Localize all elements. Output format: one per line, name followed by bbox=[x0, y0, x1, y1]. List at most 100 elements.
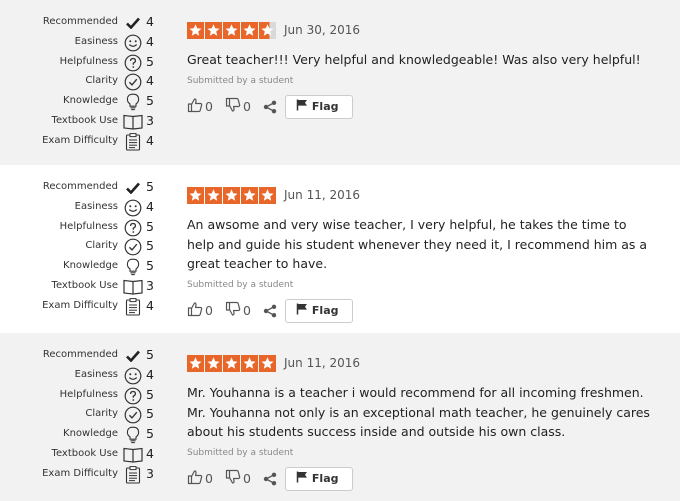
check-circle-icon bbox=[123, 406, 143, 424]
metric-label: Recommended bbox=[42, 16, 118, 27]
thumbs-down-icon bbox=[225, 469, 243, 488]
metric-label: Exam Difficulty bbox=[42, 467, 118, 479]
metric-recommended: Recommended 5 bbox=[0, 347, 170, 367]
metric-knowledge: Knowledge 5 bbox=[0, 258, 170, 278]
thumbs-up-button[interactable]: 0 bbox=[187, 469, 213, 488]
metric-label: Recommended bbox=[42, 181, 118, 192]
review-content: Jun 30, 2016 Great teacher!!! Very helpf… bbox=[187, 21, 657, 120]
clipboard-icon bbox=[123, 297, 143, 316]
flag-button[interactable]: Flag bbox=[284, 94, 353, 119]
thumbs-up-count: 0 bbox=[205, 99, 213, 114]
metric-value: 5 bbox=[146, 347, 154, 362]
clipboard-icon bbox=[123, 465, 143, 484]
metric-helpfulness: Helpfulness 5 bbox=[0, 54, 170, 74]
star-icon bbox=[205, 21, 222, 39]
metric-label: Knowledge bbox=[63, 428, 118, 440]
review-actions: 0 0 Flag bbox=[187, 466, 657, 492]
review-card: Recommended 5 Easiness 4 Helpfulness 5 C… bbox=[0, 333, 680, 501]
metric-label: Easiness bbox=[74, 200, 118, 212]
metric-label: Helpfulness bbox=[59, 55, 118, 67]
open-book-icon bbox=[123, 446, 143, 464]
thumbs-down-icon bbox=[225, 301, 243, 320]
flag-icon bbox=[296, 303, 312, 318]
star-icon bbox=[241, 21, 258, 39]
metric-value: 4 bbox=[146, 33, 154, 49]
metric-label: Clarity bbox=[85, 75, 118, 87]
share-icon[interactable] bbox=[263, 304, 277, 318]
smiley-face-icon bbox=[123, 367, 143, 385]
check-circle-icon bbox=[123, 73, 143, 91]
metric-value: 4 bbox=[146, 366, 154, 382]
thumbs-down-button[interactable]: 0 bbox=[225, 97, 251, 116]
review-date: Jun 11, 2016 bbox=[284, 188, 361, 202]
flag-icon bbox=[296, 99, 312, 114]
metric-textbook: Textbook Use 3 bbox=[0, 278, 170, 298]
review-comment: Mr. Youhanna is a teacher i would recomm… bbox=[187, 385, 650, 439]
review-date: Jun 30, 2016 bbox=[284, 23, 361, 37]
checkmark-icon bbox=[123, 179, 143, 197]
metric-value: 4 bbox=[146, 297, 154, 313]
check-circle-icon bbox=[123, 238, 143, 256]
review-actions: 0 0 Flag bbox=[187, 298, 657, 324]
lightbulb-icon bbox=[123, 258, 143, 276]
rating-breakdown: Recommended 5 Easiness 4 Helpfulness 5 C… bbox=[0, 347, 170, 486]
metric-textbook: Textbook Use 3 bbox=[0, 113, 170, 133]
checkmark-icon bbox=[123, 347, 143, 365]
metric-label: Clarity bbox=[85, 408, 118, 420]
review-content: Jun 11, 2016 Mr. Youhanna is a teacher i… bbox=[187, 354, 657, 492]
metric-label: Helpfulness bbox=[59, 388, 118, 400]
rating-breakdown: Recommended 5 Easiness 4 Helpfulness 5 C… bbox=[0, 179, 170, 318]
submitted-by: Submitted by a student bbox=[187, 75, 294, 86]
metric-label: Exam Difficulty bbox=[42, 299, 118, 311]
metric-value: 5 bbox=[146, 53, 154, 69]
reviews-list: Recommended 4 Easiness 4 Helpfulness 5 C… bbox=[0, 0, 680, 501]
metric-textbook: Textbook Use 4 bbox=[0, 446, 170, 466]
thumbs-up-button[interactable]: 0 bbox=[187, 301, 213, 320]
star-rating bbox=[187, 354, 276, 372]
metric-clarity: Clarity 5 bbox=[0, 238, 170, 258]
flag-label: Flag bbox=[311, 472, 339, 485]
metric-label: Textbook Use bbox=[51, 447, 118, 459]
question-mark-circle-icon bbox=[123, 219, 143, 237]
metric-label: Easiness bbox=[74, 35, 118, 47]
thumbs-up-button[interactable]: 0 bbox=[187, 97, 213, 116]
thumbs-up-count: 0 bbox=[205, 303, 213, 318]
rating-row: Jun 11, 2016 bbox=[187, 354, 657, 372]
review-comment: Great teacher!!! Very helpful and knowle… bbox=[187, 52, 641, 67]
metric-exam: Exam Difficulty 4 bbox=[0, 133, 170, 153]
metric-value: 4 bbox=[146, 132, 154, 148]
review-actions: 0 0 Flag bbox=[187, 94, 657, 120]
metric-value: 4 bbox=[146, 445, 154, 461]
thumbs-down-count: 0 bbox=[242, 99, 251, 114]
flag-button[interactable]: Flag bbox=[284, 298, 353, 323]
metric-label: Helpfulness bbox=[59, 220, 118, 232]
metric-helpfulness: Helpfulness 5 bbox=[0, 219, 170, 239]
thumbs-down-button[interactable]: 0 bbox=[225, 469, 251, 488]
metric-knowledge: Knowledge 5 bbox=[0, 426, 170, 446]
star-rating bbox=[187, 186, 276, 204]
metric-label: Knowledge bbox=[63, 95, 118, 107]
share-icon[interactable] bbox=[263, 472, 277, 486]
metric-value: 5 bbox=[146, 386, 154, 402]
star-icon bbox=[205, 354, 222, 372]
share-icon[interactable] bbox=[263, 100, 277, 114]
checkmark-icon bbox=[123, 14, 143, 32]
smiley-face-icon bbox=[123, 34, 143, 52]
question-mark-circle-icon bbox=[123, 54, 143, 72]
flag-button[interactable]: Flag bbox=[284, 466, 353, 491]
question-mark-circle-icon bbox=[123, 387, 143, 405]
star-icon bbox=[241, 186, 258, 204]
metric-easiness: Easiness 4 bbox=[0, 199, 170, 219]
review-date: Jun 11, 2016 bbox=[284, 356, 361, 370]
open-book-icon bbox=[123, 278, 143, 296]
flag-label: Flag bbox=[311, 100, 339, 113]
clipboard-icon bbox=[123, 132, 143, 151]
metric-knowledge: Knowledge 5 bbox=[0, 93, 170, 113]
star-icon bbox=[187, 21, 204, 39]
star-icon bbox=[223, 186, 240, 204]
metric-label: Exam Difficulty bbox=[42, 134, 118, 146]
thumbs-down-button[interactable]: 0 bbox=[225, 301, 251, 320]
thumbs-up-icon bbox=[187, 469, 205, 488]
metric-value: 5 bbox=[146, 258, 154, 274]
metric-value: 4 bbox=[146, 198, 154, 214]
